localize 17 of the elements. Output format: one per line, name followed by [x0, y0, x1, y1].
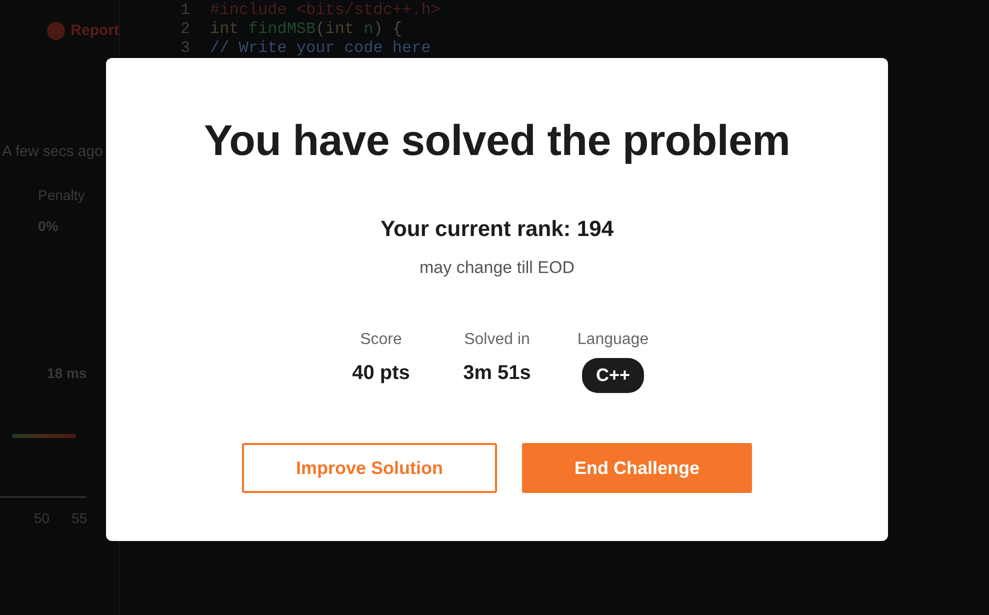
- stat-value: 3m 51s: [462, 361, 532, 386]
- rank-note: may change till EOD: [418, 256, 576, 279]
- code-line: #include <bits/stdc++.h>: [210, 1, 440, 20]
- code-line: // Write your code here: [210, 39, 431, 58]
- stat-value: 40 pts: [351, 361, 411, 386]
- dialog-title: You have solved the problem: [202, 116, 792, 167]
- end-button[interactable]: End Challenge: [522, 443, 752, 494]
- alert-icon: [47, 22, 65, 40]
- improve-button[interactable]: Improve Solution: [242, 443, 497, 494]
- code-line: int findMSB(int n) {: [210, 20, 402, 39]
- language-badge: C++: [582, 358, 644, 394]
- report-button[interactable]: Report: [47, 20, 119, 42]
- rank-text: Your current rank: 194: [379, 214, 615, 243]
- stat-label: Score: [359, 330, 403, 350]
- stat-label: Language: [577, 330, 649, 350]
- gradient-bar: [12, 434, 76, 438]
- stat-label: Solved in: [463, 330, 531, 350]
